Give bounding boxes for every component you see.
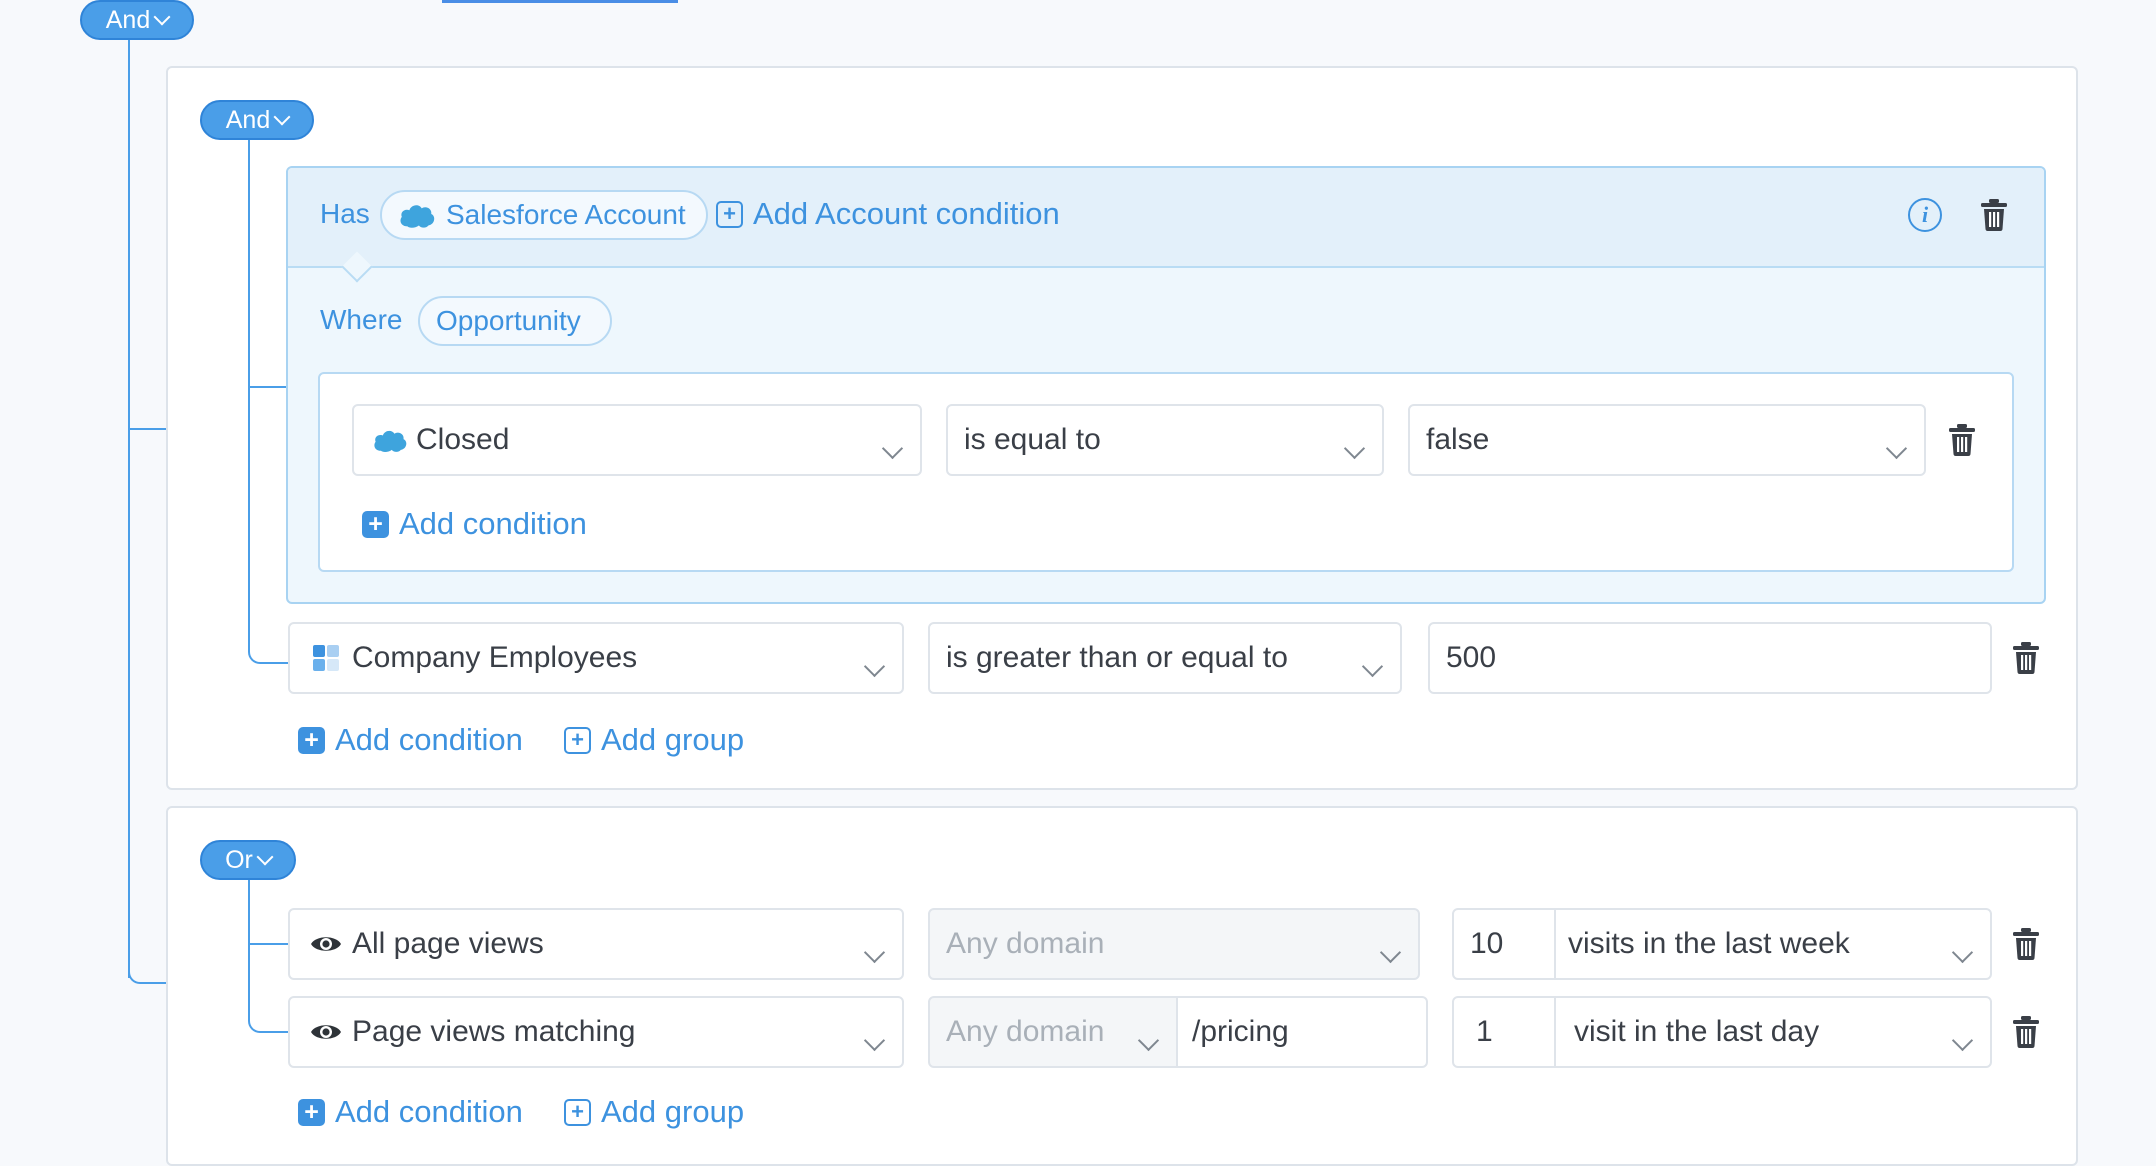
select-value: Any domain xyxy=(946,927,1105,960)
behavior-field-select[interactable]: All page views xyxy=(288,908,904,980)
where-label: Where xyxy=(320,304,403,335)
group2-operator-toggle[interactable]: Or xyxy=(200,840,296,880)
plus-icon: + xyxy=(362,510,389,538)
delete-condition-trash-icon[interactable] xyxy=(2011,927,2041,961)
add-account-condition-button[interactable]: + Add Account condition xyxy=(716,196,1060,232)
salesforce-cloud-icon xyxy=(398,201,436,229)
chevron-down-icon xyxy=(863,1029,886,1052)
chevron-down-icon xyxy=(1951,1029,1974,1052)
root-branch-group1 xyxy=(128,428,168,430)
active-tab-underline xyxy=(442,0,678,3)
delete-condition-trash-icon[interactable] xyxy=(2011,1015,2041,1049)
salesforce-cloud-icon xyxy=(372,427,408,453)
add-group-label: Add group xyxy=(601,1094,745,1129)
eye-icon xyxy=(310,1021,342,1043)
select-value: All page views xyxy=(352,927,544,960)
period-select[interactable]: visit in the last day xyxy=(1560,1015,1819,1049)
select-value: Page views matching xyxy=(352,1015,636,1048)
delete-account-block-trash-icon[interactable] xyxy=(1979,198,2009,232)
add-condition-label: Add condition xyxy=(399,506,587,541)
group1-tree-line xyxy=(248,138,250,388)
period-select[interactable]: visits in the last week xyxy=(1554,927,1850,961)
group2-tree-line xyxy=(248,878,250,946)
condition-operator-select[interactable]: is greater than or equal to xyxy=(928,622,1402,694)
salesforce-account-pill[interactable]: Salesforce Account xyxy=(380,190,708,240)
group1-branch-condition xyxy=(248,386,288,664)
plus-icon: + xyxy=(564,726,591,754)
operator-label: And xyxy=(105,5,151,34)
add-group-button[interactable]: + Add group xyxy=(564,722,744,758)
select-value: false xyxy=(1426,423,1490,456)
add-condition-label: Add condition xyxy=(335,1094,523,1129)
condition-value-select[interactable]: false xyxy=(1408,404,1926,476)
frequency-control: 10 visits in the last week xyxy=(1452,908,1992,980)
select-value: is greater than or equal to xyxy=(946,641,1288,674)
info-icon[interactable]: i xyxy=(1908,198,1942,232)
add-group-label: Add group xyxy=(601,722,745,757)
root-branch-group2 xyxy=(128,960,168,984)
chevron-down-icon xyxy=(1885,437,1908,460)
frequency-control: 1 visit in the last day xyxy=(1452,996,1992,1068)
chevron-down-icon xyxy=(273,108,291,126)
add-account-condition-label: Add Account condition xyxy=(753,196,1060,231)
condition-field-select[interactable]: Closed xyxy=(352,404,922,476)
group2-branch-row2 xyxy=(248,943,288,1033)
select-value: Closed xyxy=(416,423,510,456)
plus-icon: + xyxy=(298,1098,325,1126)
operator-label: And xyxy=(225,105,271,134)
operator-label: Or xyxy=(225,845,253,874)
add-condition-button[interactable]: + Add condition xyxy=(298,722,523,758)
delete-condition-trash-icon[interactable] xyxy=(2011,641,2041,675)
domain-select[interactable]: Any domain xyxy=(928,908,1420,980)
add-opportunity-condition-button[interactable]: + Add condition xyxy=(362,506,587,542)
input-value: 500 xyxy=(1446,641,1497,674)
group1-operator-toggle[interactable]: And xyxy=(200,100,314,140)
chevron-down-icon xyxy=(1343,437,1366,460)
plus-icon: + xyxy=(716,200,743,228)
chevron-down-icon xyxy=(256,848,274,866)
condition-field-select[interactable]: Company Employees xyxy=(288,622,904,694)
count-input[interactable]: 10 xyxy=(1454,927,1554,961)
select-value: Company Employees xyxy=(352,641,638,674)
select-value: is equal to xyxy=(964,423,1101,456)
account-object-label: Salesforce Account xyxy=(446,199,686,230)
add-group-button[interactable]: + Add group xyxy=(564,1094,744,1130)
add-condition-label: Add condition xyxy=(335,722,523,757)
behavior-field-select[interactable]: Page views matching xyxy=(288,996,904,1068)
chevron-down-icon xyxy=(1137,1029,1160,1052)
chevron-down-icon xyxy=(863,941,886,964)
field-divider xyxy=(1554,998,1556,1066)
where-object-label: Opportunity xyxy=(436,305,581,336)
plus-icon: + xyxy=(298,726,325,754)
condition-operator-select[interactable]: is equal to xyxy=(946,404,1384,476)
root-operator-toggle[interactable]: And xyxy=(80,0,194,40)
chevron-down-icon xyxy=(881,437,904,460)
field-divider xyxy=(1554,910,1556,978)
add-condition-button[interactable]: + Add condition xyxy=(298,1094,523,1130)
has-label: Has xyxy=(320,198,370,229)
plus-icon: + xyxy=(564,1098,591,1126)
condition-value-input[interactable]: 500 xyxy=(1428,622,1992,694)
path-input[interactable]: /pricing xyxy=(1176,996,1428,1068)
select-value: Any domain xyxy=(946,1015,1105,1048)
count-input[interactable]: 1 xyxy=(1454,1015,1560,1049)
input-value: /pricing xyxy=(1192,1015,1289,1048)
chevron-down-icon xyxy=(1951,941,1974,964)
chevron-down-icon xyxy=(1361,655,1384,678)
delete-condition-trash-icon[interactable] xyxy=(1947,423,1977,457)
domain-select[interactable]: Any domain xyxy=(928,996,1178,1068)
root-tree-line xyxy=(128,38,130,978)
company-blocks-icon xyxy=(313,645,339,671)
opportunity-pill[interactable]: Opportunity xyxy=(418,296,612,346)
chevron-down-icon xyxy=(153,8,171,26)
eye-icon xyxy=(310,933,342,955)
chevron-down-icon xyxy=(863,655,886,678)
chevron-down-icon xyxy=(1379,941,1402,964)
